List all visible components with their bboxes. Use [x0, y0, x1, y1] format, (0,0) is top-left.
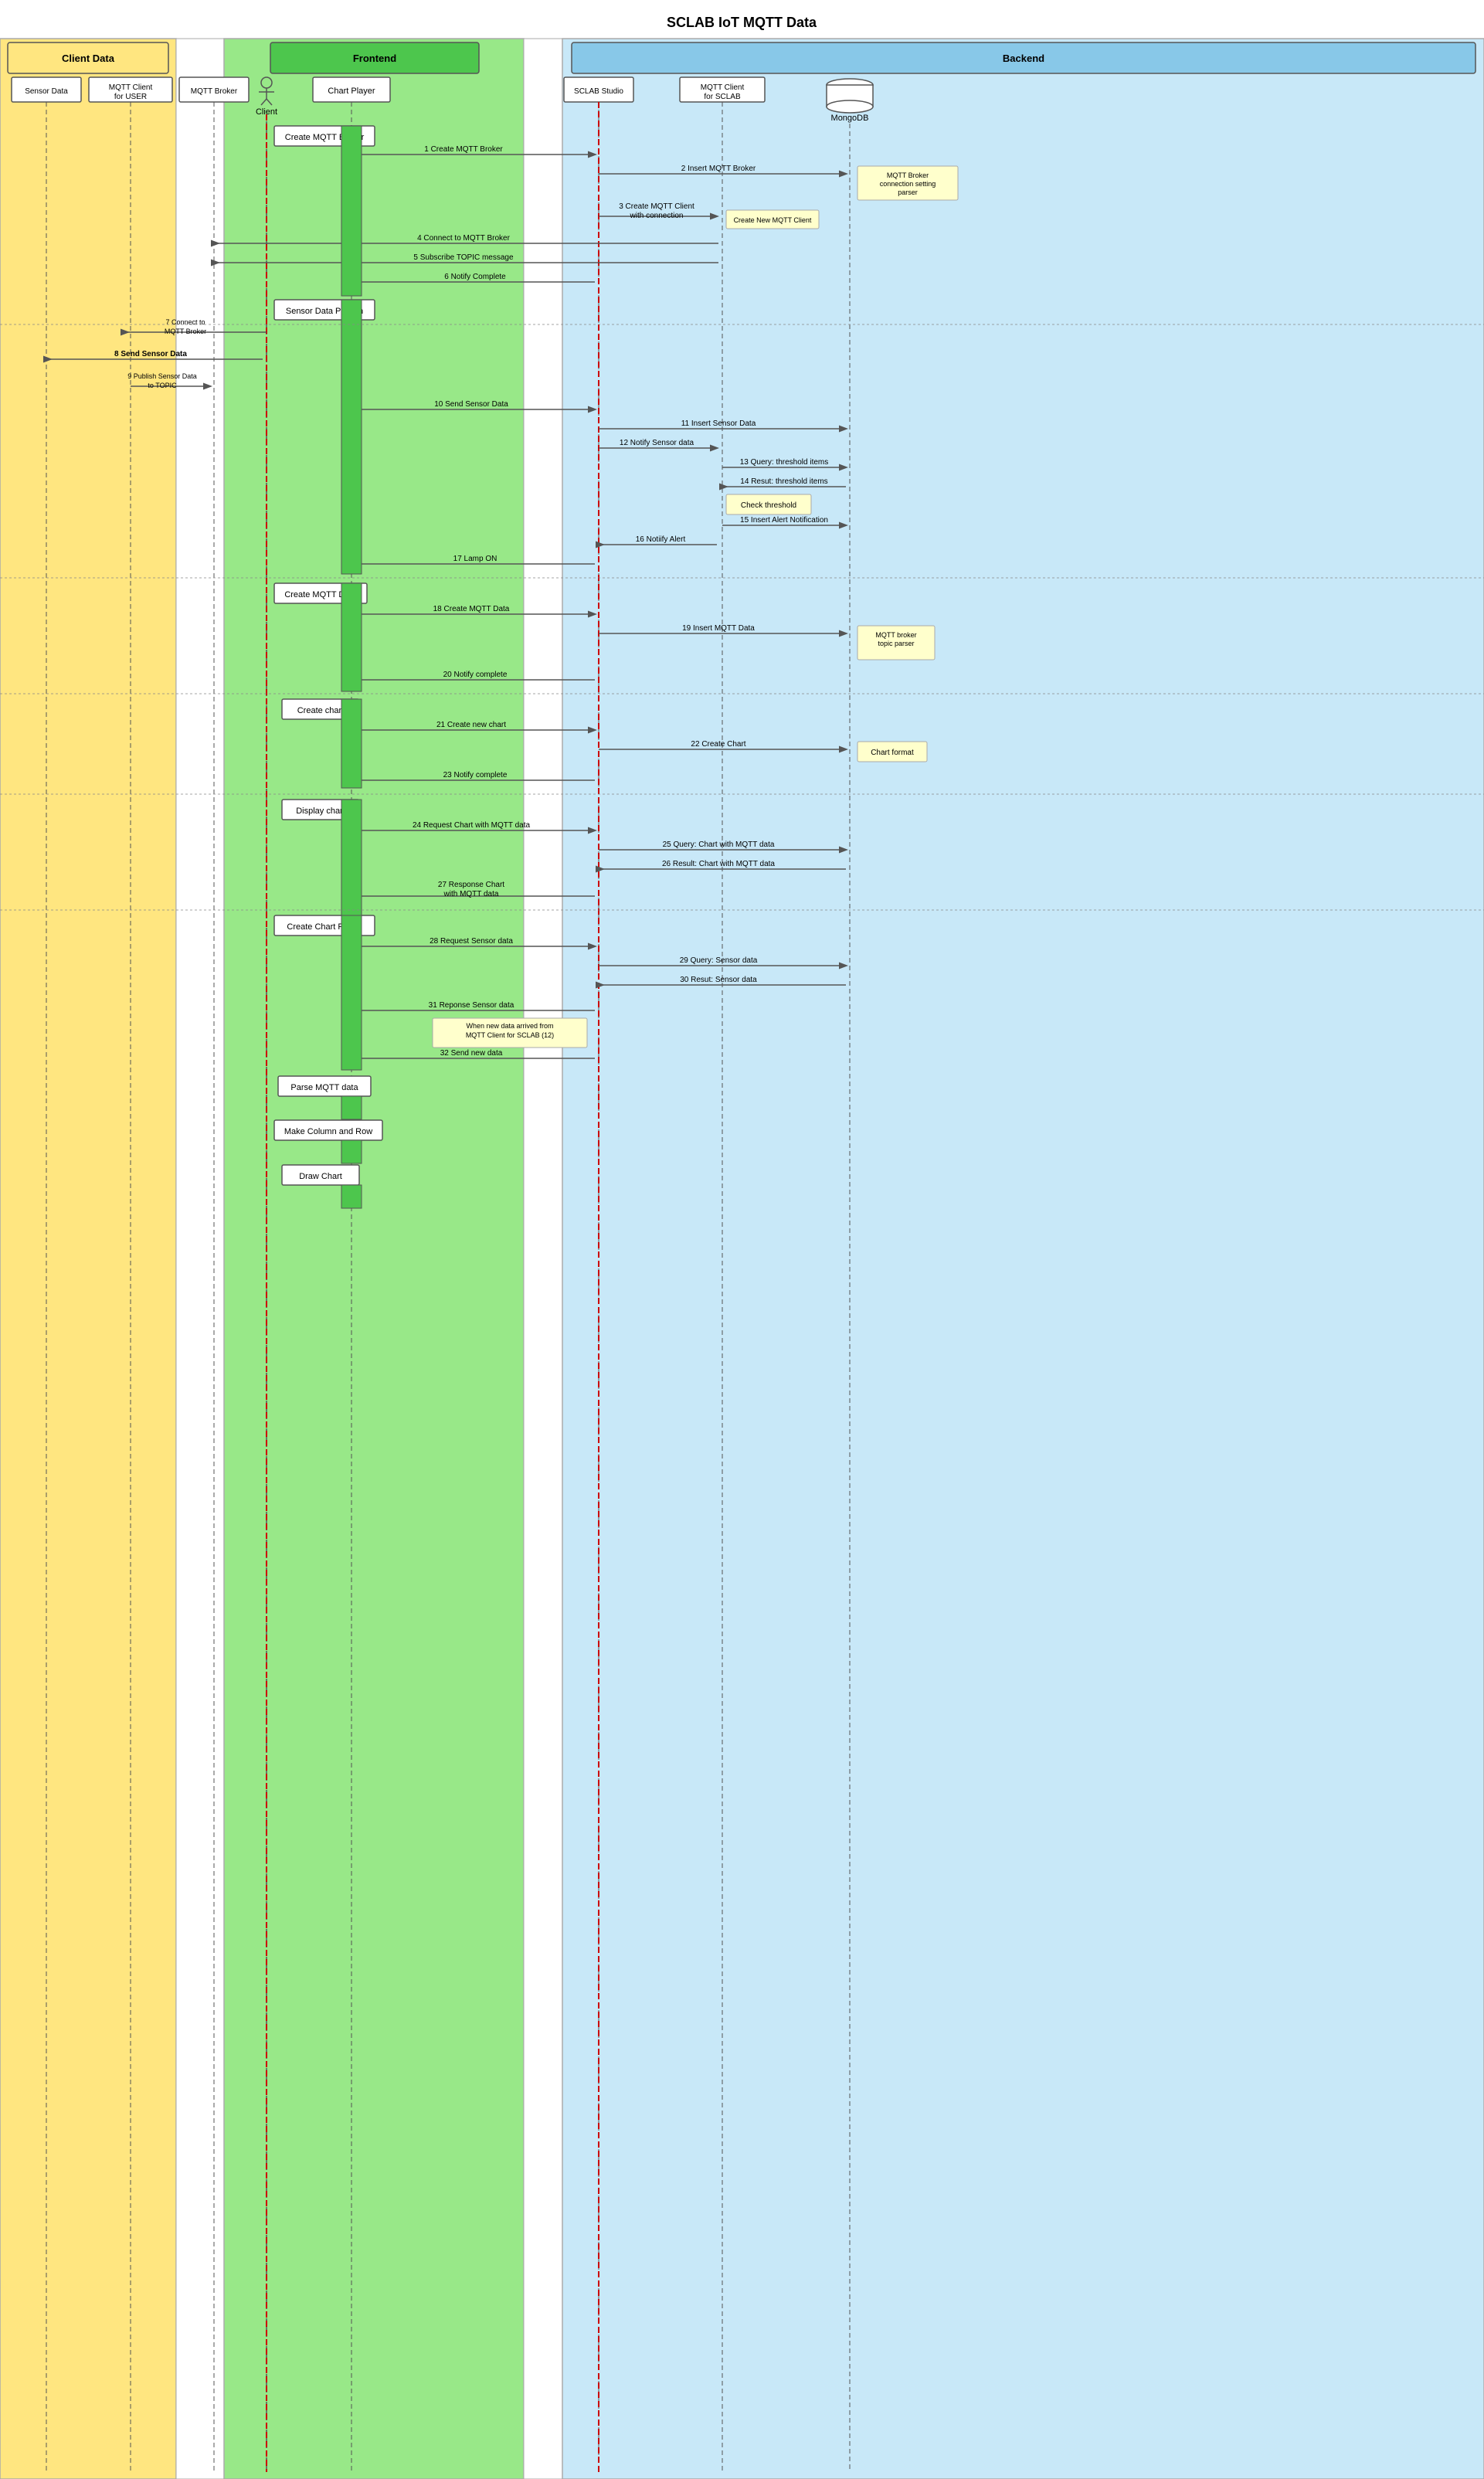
actor-mqtt-client-sclab-2: for SCLAB: [704, 93, 741, 101]
note-chart-format: Chart format: [871, 749, 914, 757]
msg-24: 24 Request Chart with MQTT data: [413, 821, 531, 830]
msg-3b: with connection: [630, 212, 684, 220]
msg-9b: to TOPIC: [148, 382, 177, 389]
actor-mqtt-broker: MQTT Broker: [191, 87, 238, 96]
msg-4: 4 Connect to MQTT Broker: [417, 234, 511, 243]
msg-14: 14 Resut: threshold items: [740, 477, 827, 486]
msg-13: 13 Query: threshold items: [740, 458, 829, 467]
msg-32: 32 Send new data: [440, 1049, 503, 1058]
actor-mongodb: MongoDB: [831, 114, 869, 123]
msg-25: 25 Query: Chart with MQTT data: [663, 840, 775, 849]
lane-label-client-data: Client Data: [62, 53, 115, 64]
msg-20: 20 Notify complete: [443, 671, 508, 679]
msg-27: 27 Response Chart: [438, 881, 504, 889]
lane-label-backend: Backend: [1003, 53, 1044, 64]
msg-19: 19 Insert MQTT Data: [682, 624, 755, 633]
msg-26: 26 Result: Chart with MQTT data: [662, 860, 775, 868]
sequence-diagram: Client Data Frontend Backend Sensor Data…: [0, 0, 1484, 2479]
msg-8: 8 Send Sensor Data: [114, 350, 187, 358]
msg-1: 1 Create MQTT Broker: [424, 145, 503, 154]
msg-31: 31 Reponse Sensor data: [429, 1001, 514, 1010]
msg-6: 6 Notify Complete: [444, 273, 506, 281]
msg-21: 21 Create new chart: [436, 721, 506, 729]
msg-23: 23 Notify complete: [443, 771, 508, 779]
lane-label-frontend: Frontend: [353, 53, 396, 64]
msg-9: 9 Publish Sensor Data: [127, 372, 197, 380]
msg-15: 15 Insert Alert Notification: [740, 516, 828, 525]
diagram-container: Client Data Frontend Backend Sensor Data…: [0, 0, 1484, 2479]
actor-sclab-studio: SCLAB Studio: [574, 87, 623, 96]
msg-7: 7 Connect to: [165, 318, 205, 326]
note-mqtt-topic-parser: MQTT broker: [875, 631, 916, 639]
note-mqtt-broker-parser: MQTT Broker: [887, 171, 929, 179]
msg-28: 28 Request Sensor data: [430, 937, 513, 946]
msg-11: 11 Insert Sensor Data: [681, 419, 756, 428]
msg-27b: with MQTT data: [443, 890, 499, 898]
msg-5: 5 Subscribe TOPIC message: [413, 253, 514, 262]
msg-10: 10 Send Sensor Data: [434, 400, 508, 409]
actor-mqtt-client-user-2: for USER: [114, 93, 147, 101]
note-create-mqtt-client: Create New MQTT Client: [734, 216, 812, 224]
msg-7b: MQTT Broker: [165, 328, 206, 335]
section-draw-chart: Draw Chart: [299, 1172, 342, 1181]
actor-sensor-data: Sensor Data: [25, 87, 68, 96]
note-mqtt-broker-parser-2: connection setting: [880, 180, 936, 188]
msg-12: 12 Notify Sensor data: [620, 439, 694, 447]
note-mqtt-topic-parser-2: topic parser: [878, 640, 914, 647]
section-create-chart: Create chart: [297, 706, 345, 715]
note-new-data: When new data arrived from: [466, 1022, 553, 1030]
diagram-title: SCLAB IoT MQTT Data: [667, 15, 817, 30]
actor-mqtt-client-user: MQTT Client: [109, 83, 153, 92]
msg-3: 3 Create MQTT Client: [619, 202, 694, 211]
msg-18: 18 Create MQTT Data: [433, 605, 510, 613]
msg-2: 2 Insert MQTT Broker: [681, 165, 756, 173]
msg-29: 29 Query: Sensor data: [680, 956, 758, 965]
section-parse-mqtt: Parse MQTT data: [290, 1083, 358, 1092]
msg-17: 17 Lamp ON: [453, 555, 497, 563]
msg-22: 22 Create Chart: [691, 740, 745, 749]
note-mqtt-broker-parser-3: parser: [898, 188, 918, 196]
msg-16: 16 Notiify Alert: [636, 535, 686, 544]
section-make-column-row: Make Column and Row: [284, 1127, 372, 1136]
actor-chart-player: Chart Player: [328, 87, 375, 96]
actor-mqtt-client-sclab: MQTT Client: [701, 83, 745, 92]
msg-30: 30 Resut: Sensor data: [680, 976, 757, 984]
note-new-data-2: MQTT Client for SCLAB (12): [466, 1031, 554, 1039]
note-check-threshold: Check threshold: [741, 501, 796, 510]
section-display-chart: Display chart: [296, 807, 345, 816]
